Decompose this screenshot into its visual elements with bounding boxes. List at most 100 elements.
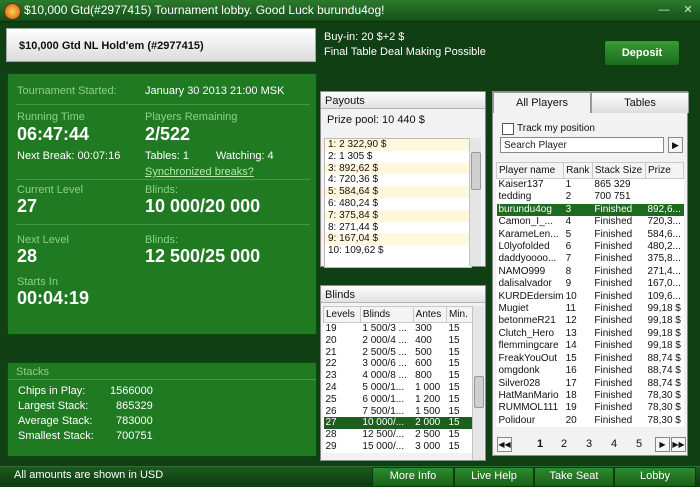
player-row[interactable]: flemmingcare 14 Finished 99,18 $ [497, 340, 684, 352]
blinds-scrollbar[interactable] [472, 306, 484, 460]
player-name-cell: Camon_I_... [498, 216, 553, 228]
player-row[interactable]: daddyoooo... 7 Finished 375,8... [497, 253, 684, 265]
prize-cell: 99,18 $ [647, 327, 681, 339]
player-row[interactable]: NAMO999 8 Finished 271,4... [497, 266, 684, 278]
more-info-button[interactable]: More Info [372, 467, 454, 487]
average-stack-value: 783000 [116, 415, 153, 427]
minutes-cell: 15 [448, 358, 460, 370]
blinds-row-current[interactable]: 27 10 000/... 2 000 15 [323, 417, 473, 430]
player-row[interactable]: betonmeR21 12 Finished 99,18 $ [497, 315, 684, 327]
blinds-row[interactable]: 29 15 000/... 3 000 15 [324, 441, 473, 453]
column-header[interactable]: Levels [323, 306, 361, 323]
player-row[interactable]: omgdonk 16 Finished 88,74 $ [497, 365, 684, 377]
player-row[interactable]: Polidour 20 Finished 78,30 $ [497, 415, 684, 427]
player-name-cell: KURDEdersim [498, 290, 564, 302]
level-cell: 27 [323, 417, 361, 430]
scrollbar-thumb[interactable] [474, 376, 484, 408]
tab-tables[interactable]: Tables [591, 92, 689, 113]
next-page-icon[interactable]: ▶ [655, 437, 670, 452]
page-link[interactable]: 1 [537, 438, 543, 450]
page-link[interactable]: 5 [636, 438, 642, 450]
blinds-row[interactable]: 20 2 000/4 ... 400 15 [324, 335, 473, 347]
player-row[interactable]: KURDEdersim 10 Finished 109,6... [497, 291, 684, 303]
close-icon[interactable]: ✕ [682, 4, 694, 16]
stack-size-cell: Finished [594, 278, 633, 290]
antes-cell: 1 500 [415, 405, 441, 417]
stack-size-cell: Finished [594, 315, 633, 327]
minutes-cell: 15 [448, 393, 460, 405]
player-row[interactable]: tedding 2 700 751 [497, 191, 684, 203]
chips-in-play-value: 1566000 [110, 385, 153, 397]
payouts-panel: Payouts Prize pool: 10 440 $ 1: 2 322,90… [320, 91, 486, 268]
page-link[interactable]: 2 [561, 438, 567, 450]
player-row[interactable]: KarameLen... 5 Finished 584,6... [497, 229, 684, 241]
payouts-title: Payouts [321, 92, 485, 109]
player-row[interactable]: HatManMario 18 Finished 78,30 $ [497, 390, 684, 402]
deposit-button[interactable]: Deposit [604, 40, 680, 66]
page-link[interactable]: 4 [611, 438, 617, 450]
take-seat-button[interactable]: Take Seat [534, 467, 614, 487]
rank-cell: 7 [565, 253, 572, 265]
tab-all-players[interactable]: All Players [493, 92, 591, 113]
prize-cell: 480,2... [647, 241, 681, 253]
column-header[interactable]: Stack Size [591, 162, 646, 179]
scrollbar-thumb[interactable] [471, 152, 481, 190]
stacks-title: Stacks [16, 366, 50, 378]
payout-row: 2: 1 305 $ [328, 150, 373, 162]
blinds-row[interactable]: 28 12 500/... 2 500 15 [324, 429, 473, 441]
player-row[interactable]: Camon_I_... 4 Finished 720,3... [497, 216, 684, 228]
blinds-cell: 1 500/3 ... [362, 323, 407, 334]
search-player-input[interactable]: Search Player [500, 137, 664, 153]
payouts-scrollbar[interactable] [469, 138, 481, 266]
running-time-value: 06:47:44 [17, 124, 90, 144]
prize-cell: 892,6... [645, 203, 684, 217]
player-row[interactable]: Silver028 17 Finished 88,74 $ [497, 378, 684, 390]
player-row[interactable]: Mugiet 11 Finished 99,18 $ [497, 303, 684, 315]
blinds-row[interactable]: 23 4 000/8 ... 800 15 [324, 370, 473, 382]
blinds-row[interactable]: 25 6 000/1... 1 200 15 [324, 394, 473, 406]
player-row[interactable]: L0lyofolded 6 Finished 480,2... [497, 241, 684, 253]
blinds-row[interactable]: 21 2 500/5 ... 500 15 [324, 347, 473, 359]
last-page-icon[interactable]: ▶▶ [671, 437, 686, 452]
player-row[interactable]: dalisalvador 9 Finished 167,0... [497, 278, 684, 290]
column-header[interactable]: Min. [445, 306, 474, 323]
players-panel: All Players Tables Track my position Sea… [492, 91, 689, 456]
column-header[interactable]: Antes [412, 306, 447, 323]
player-row-me[interactable]: burundu4og 3 Finished 892,6... [496, 203, 684, 217]
player-name-cell: burundu4og [496, 203, 564, 217]
column-header[interactable]: Player name [495, 162, 565, 179]
blinds-row[interactable]: 22 3 000/6 ... 600 15 [324, 358, 473, 370]
synchronized-breaks-link[interactable]: Synchronized breaks? [145, 166, 254, 178]
player-row[interactable]: Clutch_Hero 13 Finished 99,18 $ [497, 328, 684, 340]
stack-size-cell: Finished [594, 377, 633, 389]
column-header[interactable]: Rank [563, 162, 593, 179]
first-page-icon[interactable]: ◀◀ [497, 437, 512, 452]
column-header[interactable]: Prize [644, 162, 685, 179]
stack-size-cell: Finished [594, 303, 633, 315]
live-help-button[interactable]: Live Help [454, 467, 534, 487]
page-link[interactable]: 3 [586, 438, 592, 450]
player-name-cell: Silver028 [498, 377, 541, 389]
minimize-icon[interactable]: — [658, 4, 670, 16]
blinds-row[interactable]: 24 5 000/1... 1 000 15 [324, 382, 473, 394]
prize-cell: 88,74 $ [647, 352, 681, 364]
player-name-cell: HatManMario [498, 389, 559, 401]
track-position-checkbox[interactable] [502, 123, 514, 135]
app-logo-icon [4, 3, 21, 20]
player-row[interactable]: FreakYouOut 15 Finished 88,74 $ [497, 353, 684, 365]
blinds-row[interactable]: 26 7 500/1... 1 500 15 [324, 406, 473, 418]
title-bar: $10,000 Gtd(#2977415) Tournament lobby. … [0, 0, 700, 22]
player-row[interactable]: Kaiser137 1 865 329 [497, 179, 684, 192]
blinds-row[interactable]: 19 1 500/3 ... 300 15 [324, 323, 473, 335]
rank-cell: 8 [565, 265, 572, 277]
lobby-button[interactable]: Lobby [614, 467, 696, 487]
players-table: Player name Rank Stack Size Prize Kaiser… [495, 162, 685, 428]
search-go-icon[interactable]: ▶ [668, 137, 683, 153]
prize-cell: 88,74 $ [647, 365, 681, 377]
player-row[interactable]: RUMMOL111 19 Finished 78,30 $ [497, 402, 684, 414]
level-cell: 21 [325, 346, 337, 358]
minutes-cell: 15 [448, 381, 460, 393]
prize-cell [645, 179, 683, 192]
payout-row: 10: 109,62 $ [328, 245, 384, 257]
column-header[interactable]: Blinds [359, 306, 414, 323]
